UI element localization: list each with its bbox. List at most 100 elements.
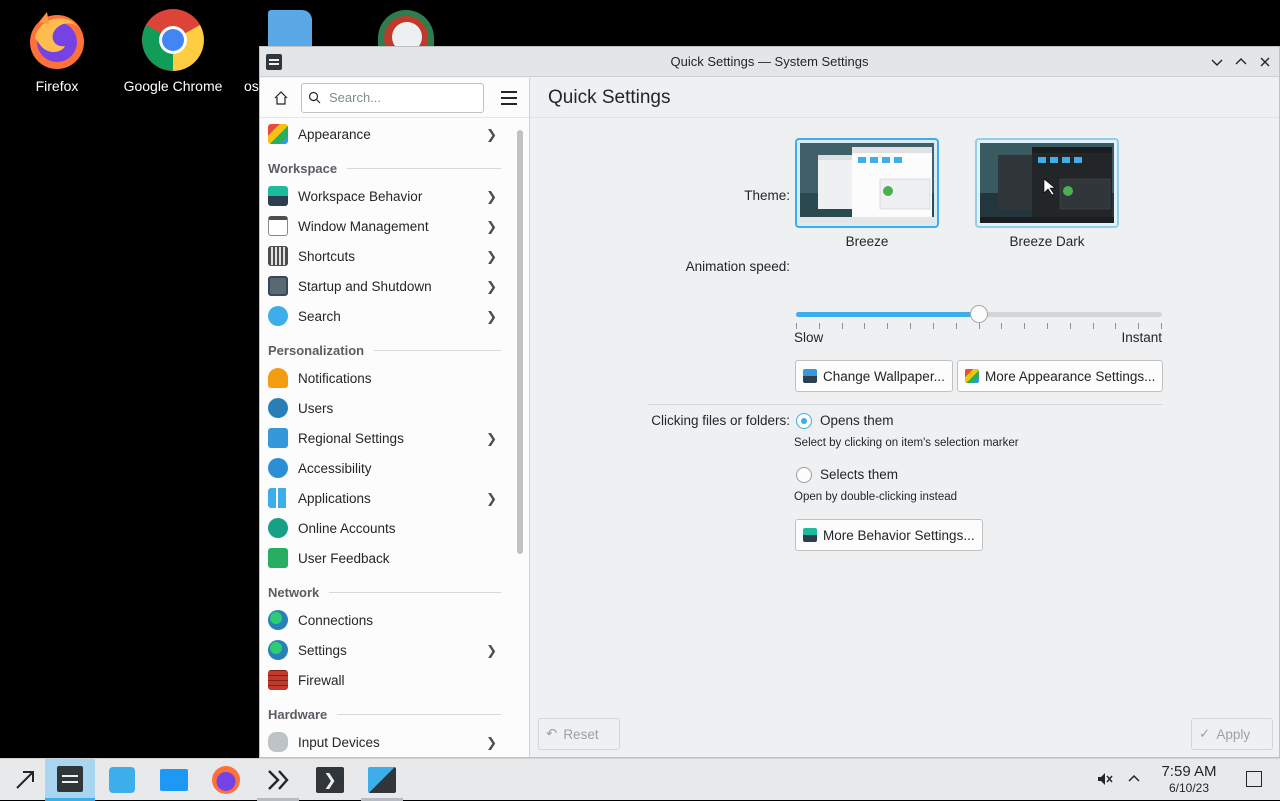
- sidebar-item-firewall[interactable]: Firewall: [260, 665, 509, 695]
- taskbar-dolphin[interactable]: [149, 759, 199, 801]
- slider-tick: [978, 323, 980, 329]
- radio-label-selects-them[interactable]: Selects them: [820, 467, 898, 482]
- file-icon: [268, 10, 312, 46]
- sidebar-item-label: Appearance: [298, 126, 371, 142]
- globe-icon: [268, 640, 288, 660]
- appearance-icon: [965, 369, 979, 383]
- taskbar-firefox[interactable]: [201, 759, 251, 801]
- taskbar-discover[interactable]: [97, 759, 147, 801]
- slider-tick: [932, 323, 934, 329]
- slider-fill: [796, 312, 979, 317]
- search-icon: [308, 91, 321, 104]
- radio-selects-them[interactable]: [796, 467, 812, 483]
- slider-tick: [1115, 323, 1117, 329]
- theme-option-breeze-dark[interactable]: [975, 138, 1119, 228]
- chrome-icon: [141, 8, 205, 72]
- minimize-button[interactable]: [1207, 52, 1227, 72]
- home-button[interactable]: [268, 85, 293, 111]
- taskbar-spectacle[interactable]: [357, 759, 407, 801]
- sidebar-item-connections[interactable]: Connections: [260, 605, 509, 635]
- animation-speed-label: Animation speed:: [685, 259, 790, 274]
- volume-muted-icon[interactable]: [1096, 770, 1114, 791]
- feedback-icon: [268, 548, 288, 568]
- reset-icon: ↶: [546, 726, 558, 741]
- slider-tick: [1092, 323, 1094, 329]
- desktop-icon-label: Firefox: [35, 78, 79, 94]
- sidebar-item-input-devices[interactable]: Input Devices ❯: [260, 727, 509, 757]
- sidebar-item-workspace-behavior[interactable]: Workspace Behavior ❯: [260, 181, 509, 211]
- slider-handle[interactable]: [970, 305, 988, 323]
- taskbar-kate[interactable]: [253, 759, 303, 801]
- chevron-up-icon: [1235, 58, 1247, 65]
- discover-icon: [109, 767, 135, 793]
- sidebar-item-label: Applications: [298, 490, 371, 506]
- sidebar-scrollbar[interactable]: [517, 130, 523, 554]
- radio-label-opens-them[interactable]: Opens them: [820, 413, 894, 428]
- sidebar-item-appearance[interactable]: Appearance ❯: [260, 119, 509, 149]
- breeze-preview-image: [800, 143, 934, 223]
- applications-icon: [268, 488, 288, 508]
- slider-tick: [1069, 323, 1071, 329]
- desktop-icon-chrome[interactable]: Google Chrome: [118, 8, 228, 94]
- sidebar-item-applications[interactable]: Applications ❯: [260, 483, 509, 513]
- slider-ticks: [796, 323, 1162, 329]
- sidebar-item-label: Startup and Shutdown: [298, 278, 432, 294]
- theme-label: Theme:: [744, 188, 790, 203]
- slider-tick: [841, 323, 843, 329]
- desktop-icon-os[interactable]: os: [244, 8, 259, 94]
- title-bar[interactable]: Quick Settings — System Settings: [260, 47, 1279, 77]
- system-settings-app-icon[interactable]: [266, 54, 282, 70]
- reset-button[interactable]: ↶ Reset: [538, 718, 620, 750]
- button-label: More Behavior Settings...: [823, 527, 975, 543]
- sidebar-item-notifications[interactable]: Notifications: [260, 363, 509, 393]
- section-separator: [648, 404, 1163, 405]
- desktop-icon-label: Google Chrome: [123, 78, 223, 94]
- more-appearance-settings-button[interactable]: More Appearance Settings...: [957, 360, 1164, 392]
- application-launcher[interactable]: [0, 759, 50, 801]
- slider-tick: [955, 323, 957, 329]
- hint-opens-them: Select by clicking on item's selection m…: [794, 437, 1019, 449]
- maximize-button[interactable]: [1231, 52, 1251, 72]
- sidebar-item-search[interactable]: Search ❯: [260, 301, 509, 331]
- slider-tick: [1138, 323, 1140, 329]
- sidebar-item-online-accounts[interactable]: Online Accounts: [260, 513, 509, 543]
- sidebar-item-user-feedback[interactable]: User Feedback: [260, 543, 509, 573]
- apply-button[interactable]: ✓ Apply: [1191, 718, 1273, 750]
- regional-icon: [268, 428, 288, 448]
- clicking-files-label: Clicking files or folders:: [651, 413, 790, 428]
- close-button[interactable]: [1255, 52, 1275, 72]
- taskbar-konsole[interactable]: ❯: [305, 759, 355, 801]
- change-wallpaper-button[interactable]: Change Wallpaper...: [795, 360, 953, 392]
- sidebar-item-window-management[interactable]: Window Management ❯: [260, 211, 509, 241]
- sidebar-item-network-settings[interactable]: Settings ❯: [260, 635, 509, 665]
- firefox-icon: [212, 766, 240, 794]
- search-field[interactable]: [301, 82, 484, 113]
- digital-clock[interactable]: 7:59 AM 6/10/23: [1150, 763, 1228, 795]
- sidebar-item-regional-settings[interactable]: Regional Settings ❯: [260, 423, 509, 453]
- checkmark-icon: ✓: [1199, 726, 1211, 741]
- keyboard-icon: [268, 246, 288, 266]
- show-desktop-icon[interactable]: [1246, 771, 1262, 787]
- hamburger-menu-button[interactable]: [496, 85, 521, 111]
- desktop-icon-firefox[interactable]: Firefox: [2, 8, 112, 94]
- more-behavior-settings-button[interactable]: More Behavior Settings...: [795, 519, 983, 551]
- theme-option-breeze[interactable]: [795, 138, 939, 228]
- search-icon: [268, 306, 288, 326]
- sidebar: Appearance ❯ Workspace Workspace Behavio…: [260, 78, 530, 757]
- chevron-right-icon: ❯: [486, 431, 497, 446]
- system-tray-expand-icon[interactable]: [1126, 770, 1142, 789]
- sidebar-item-label: Workspace Behavior: [298, 188, 423, 204]
- accessibility-icon: [268, 458, 288, 478]
- chevron-down-icon: [1211, 59, 1223, 66]
- search-input[interactable]: [327, 89, 477, 106]
- sidebar-item-label: Input Devices: [298, 734, 380, 750]
- sidebar-item-accessibility[interactable]: Accessibility: [260, 453, 509, 483]
- taskbar-system-settings[interactable]: [45, 759, 95, 801]
- radio-opens-them[interactable]: [796, 413, 812, 429]
- sidebar-item-shortcuts[interactable]: Shortcuts ❯: [260, 241, 509, 271]
- firefox-icon: [25, 8, 89, 72]
- sidebar-item-label: Online Accounts: [298, 520, 396, 536]
- sidebar-item-startup-shutdown[interactable]: Startup and Shutdown ❯: [260, 271, 509, 301]
- sidebar-item-users[interactable]: Users: [260, 393, 509, 423]
- breeze-dark-preview-image: [980, 143, 1114, 223]
